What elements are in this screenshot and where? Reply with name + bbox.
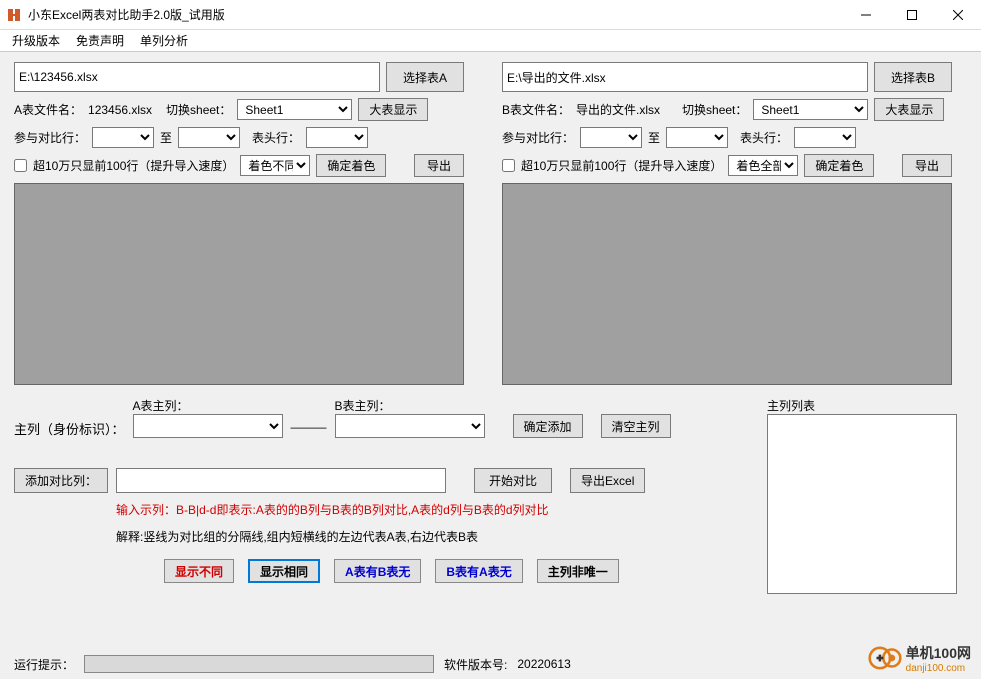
limit-rows-b-label: 超10万只显前100行（提升导入速度） [521, 157, 722, 174]
header-row-a-label: 表头行： [252, 129, 300, 146]
key-not-unique-button[interactable]: 主列非唯一 [537, 559, 619, 583]
file-path-b-input[interactable] [502, 62, 868, 92]
example-prefix: 输入示列： [116, 503, 176, 517]
add-compare-col-button[interactable]: 添加对比列： [14, 468, 108, 493]
compare-row-to-b[interactable] [666, 127, 728, 148]
b-key-col-label: B表主列： [335, 397, 485, 414]
panel-b: 选择表B B表文件名： 导出的文件.xlsx 切换sheet： Sheet1 大… [502, 62, 952, 385]
keycol-listbox[interactable] [767, 414, 957, 594]
switch-sheet-b-label: 切换sheet： [682, 101, 747, 118]
b-key-col-select[interactable] [335, 414, 485, 438]
explain-prefix: 解释: [116, 530, 143, 544]
example-text: B-B|d-d即表示:A表的的B列与B表的B列对比,A表的d列与B表的d列对比 [176, 503, 549, 517]
filename-b-value: 导出的文件.xlsx [576, 101, 676, 118]
limit-rows-a-checkbox[interactable] [14, 159, 27, 172]
app-icon [6, 7, 22, 23]
titlebar: 小东Excel两表对比助手2.0版_试用版 [0, 0, 981, 30]
maximize-button[interactable] [889, 0, 935, 30]
select-table-a-button[interactable]: 选择表A [386, 62, 464, 92]
b-has-a-not-button[interactable]: B表有A表无 [435, 559, 522, 583]
version-label: 软件版本号: [444, 656, 507, 673]
select-table-b-button[interactable]: 选择表B [874, 62, 952, 92]
to-b-label: 至 [648, 129, 660, 146]
compare-row-from-a[interactable] [92, 127, 154, 148]
file-path-a-input[interactable] [14, 62, 380, 92]
minimize-button[interactable] [843, 0, 889, 30]
a-has-b-not-button[interactable]: A表有B表无 [334, 559, 421, 583]
to-a-label: 至 [160, 129, 172, 146]
export-a-button[interactable]: 导出 [414, 154, 464, 177]
compare-row-a-label: 参与对比行： [14, 129, 86, 146]
close-button[interactable] [935, 0, 981, 30]
clear-keycol-button[interactable]: 清空主列 [601, 414, 671, 438]
show-same-button[interactable]: 显示相同 [248, 559, 320, 583]
panel-a: 选择表A A表文件名： 123456.xlsx 切换sheet： Sheet1 … [14, 62, 464, 385]
dashes-separator: ——— [291, 420, 327, 438]
compare-row-to-a[interactable] [178, 127, 240, 148]
start-compare-button[interactable]: 开始对比 [474, 468, 552, 493]
filename-a-label: A表文件名： [14, 101, 82, 118]
menu-single-column[interactable]: 单列分析 [132, 32, 196, 49]
sheet-select-a[interactable]: Sheet1 [237, 99, 352, 120]
menu-bar: 升级版本 免责声明 单列分析 [0, 30, 981, 52]
header-row-a[interactable] [306, 127, 368, 148]
header-row-b[interactable] [794, 127, 856, 148]
compare-row-b-label: 参与对比行： [502, 129, 574, 146]
watermark-cn: 单机100网 [906, 643, 971, 663]
filename-a-value: 123456.xlsx [88, 103, 160, 117]
data-grid-b[interactable] [502, 183, 952, 385]
data-grid-a[interactable] [14, 183, 464, 385]
color-mode-b-select[interactable]: 着色全部 [728, 155, 798, 176]
confirm-color-a-button[interactable]: 确定着色 [316, 154, 386, 177]
sheet-select-b[interactable]: Sheet1 [753, 99, 868, 120]
keycol-list-label: 主列列表 [767, 397, 967, 414]
color-mode-a-select[interactable]: 着色不同 [240, 155, 310, 176]
version-value: 20220613 [517, 657, 570, 671]
big-display-b-button[interactable]: 大表显示 [874, 98, 944, 121]
header-row-b-label: 表头行： [740, 129, 788, 146]
window-title: 小东Excel两表对比助手2.0版_试用版 [28, 6, 843, 23]
menu-disclaimer[interactable]: 免责声明 [68, 32, 132, 49]
watermark-en: danji100.com [906, 663, 971, 674]
switch-sheet-a-label: 切换sheet： [166, 101, 231, 118]
a-key-col-select[interactable] [133, 414, 283, 438]
compare-col-input[interactable] [116, 468, 446, 493]
limit-rows-a-label: 超10万只显前100行（提升导入速度） [33, 157, 234, 174]
big-display-a-button[interactable]: 大表显示 [358, 98, 428, 121]
export-b-button[interactable]: 导出 [902, 154, 952, 177]
main-col-label: 主列（身份标识）： [14, 422, 125, 437]
menu-upgrade[interactable]: 升级版本 [4, 32, 68, 49]
run-hint-label: 运行提示： [14, 656, 74, 673]
filename-b-label: B表文件名： [502, 101, 570, 118]
export-excel-button[interactable]: 导出Excel [570, 468, 645, 493]
a-key-col-label: A表主列： [133, 397, 283, 414]
confirm-color-b-button[interactable]: 确定着色 [804, 154, 874, 177]
limit-rows-b-checkbox[interactable] [502, 159, 515, 172]
compare-row-from-b[interactable] [580, 127, 642, 148]
confirm-add-keycol-button[interactable]: 确定添加 [513, 414, 583, 438]
watermark: 单机100网 danji100.com [868, 641, 971, 675]
explain-text: 竖线为对比组的分隔线,组内短横线的左边代表A表,右边代表B表 [143, 530, 478, 544]
run-hint-box [84, 655, 434, 673]
show-diff-button[interactable]: 显示不同 [164, 559, 234, 583]
watermark-icon [868, 641, 902, 675]
